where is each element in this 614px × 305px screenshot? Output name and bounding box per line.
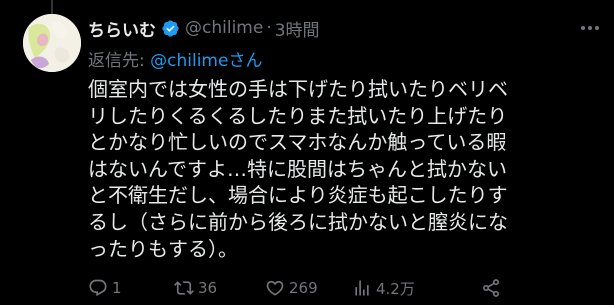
retweet-count: 36 bbox=[198, 279, 218, 297]
reply-prefix: 返信先: bbox=[88, 51, 151, 71]
heart-icon bbox=[265, 278, 285, 298]
avatar-image bbox=[23, 14, 81, 72]
share-icon bbox=[481, 278, 501, 298]
tweet-text-line: 個室内では女性の手は下げたり拭いたりベリベ bbox=[88, 77, 508, 101]
tweet-text-line: リしたりくるくるしたりまた拭いたり上げたり bbox=[88, 103, 508, 128]
separator-dot: · bbox=[266, 18, 272, 38]
thread-line bbox=[51, 0, 53, 14]
action-bar: 1 36 269 4.2万 bbox=[0, 277, 614, 299]
reply-handle-link[interactable]: @chilimeさん bbox=[150, 51, 262, 71]
reply-to-line: 返信先: @chilimeさん bbox=[88, 46, 262, 71]
tweet-header: ちらいむ @chilime · 3時間 bbox=[88, 14, 320, 42]
reply-button[interactable]: 1 bbox=[88, 277, 122, 299]
verified-badge-icon bbox=[161, 19, 180, 38]
views-button[interactable]: 4.2万 bbox=[352, 277, 415, 299]
tweet-text-line: と不衛生だし、場合により炎症も起こしたりす bbox=[88, 183, 508, 208]
reply-icon bbox=[88, 278, 108, 298]
more-icon[interactable] bbox=[578, 18, 602, 38]
author-name[interactable]: ちらいむ bbox=[88, 16, 156, 41]
views-icon bbox=[352, 278, 372, 298]
author-handle[interactable]: @chilime bbox=[185, 18, 263, 38]
share-button[interactable] bbox=[481, 277, 501, 299]
like-count: 269 bbox=[289, 279, 318, 297]
retweet-icon bbox=[174, 278, 194, 298]
like-button[interactable]: 269 bbox=[265, 277, 318, 299]
retweet-button[interactable]: 36 bbox=[174, 277, 217, 299]
tweet-text-line: とかなり忙しいのでスマホなんか触っている暇 bbox=[88, 130, 507, 155]
views-count: 4.2万 bbox=[376, 279, 415, 298]
timestamp[interactable]: 3時間 bbox=[275, 16, 320, 41]
tweet-body: 個室内では女性の手は下げたり拭いたりベリベ リしたりくるくるしたりまた拭いたり上… bbox=[88, 76, 608, 262]
avatar[interactable] bbox=[23, 14, 81, 72]
reply-count: 1 bbox=[112, 279, 122, 297]
tweet-text-line: はないんですよ…特に股間はちゃんと拭かない bbox=[88, 156, 507, 181]
tweet-text-line: るし（さらに前から後ろに拭かないと膣炎にな bbox=[88, 209, 508, 234]
tweet-text-line: ったりもする）。 bbox=[88, 236, 238, 261]
